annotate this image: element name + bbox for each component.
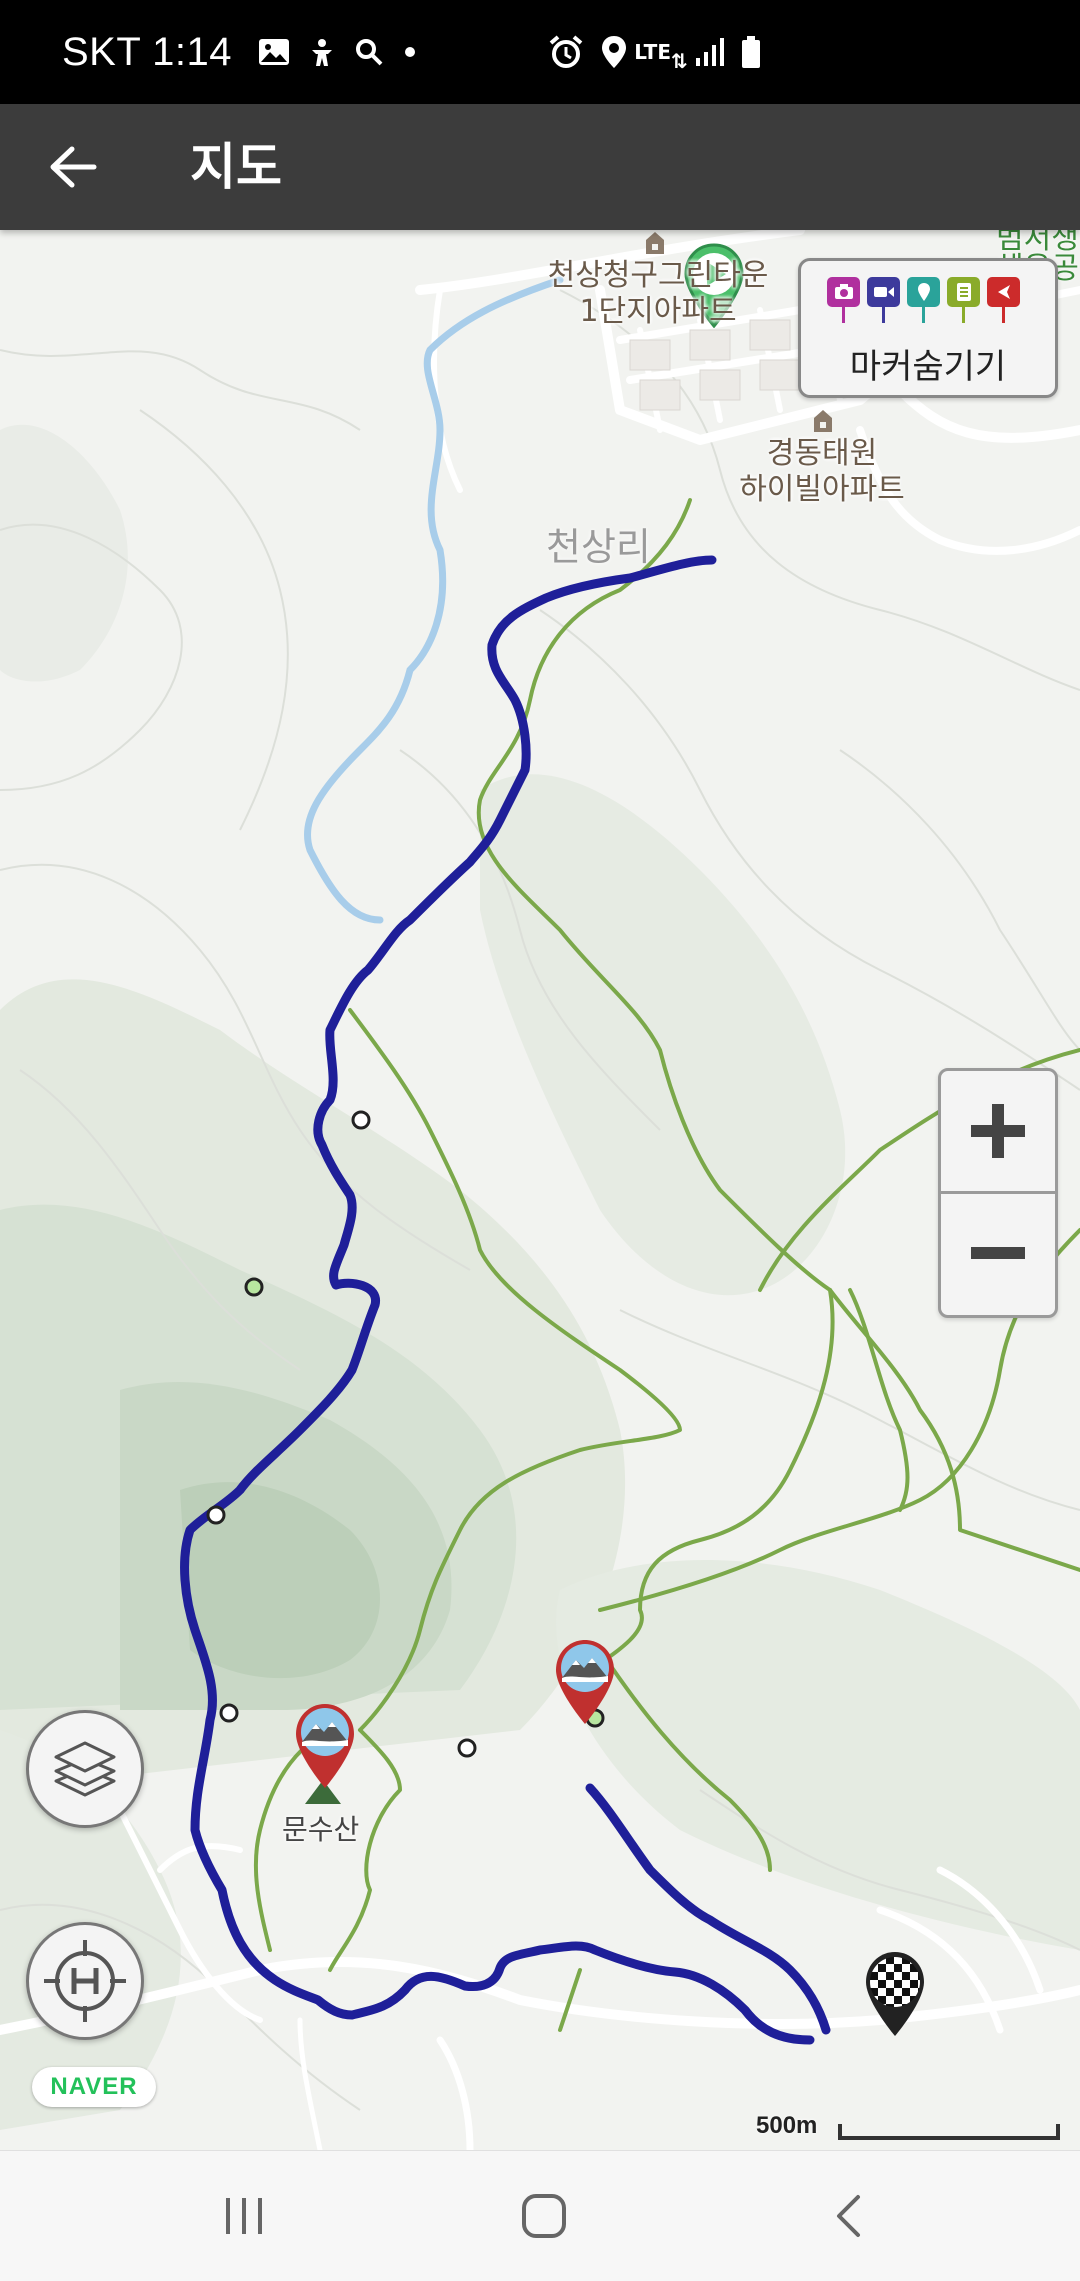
scale-bar <box>838 2124 1060 2140</box>
battery-icon <box>740 35 762 69</box>
accessibility-icon <box>306 36 338 68</box>
flag-marker-icon <box>987 277 1020 323</box>
recent-apps-icon <box>226 2198 262 2234</box>
search-icon <box>354 37 384 67</box>
back-button[interactable] <box>40 134 106 200</box>
zoom-out-button[interactable] <box>941 1193 1055 1313</box>
hide-markers-button[interactable]: 마커숨기기 <box>798 258 1058 398</box>
lte-icon: LTE ⇅ <box>634 40 688 73</box>
naver-logo: NAVER <box>32 2067 156 2107</box>
finish-flag-icon[interactable] <box>862 1948 928 2038</box>
mountain-photo-marker-icon[interactable] <box>292 1700 358 1790</box>
chevron-left-icon <box>837 2195 860 2237</box>
mountain-photo-marker-icon[interactable] <box>552 1636 618 1726</box>
map-canvas[interactable] <box>0 230 1080 2150</box>
map-view[interactable]: 천상청구그린타운 1단지아파트 경동태원 하이빌아파트 천상리 범서생 체육공 … <box>0 230 1080 2150</box>
apartment-label: 경동태원 하이빌아파트 <box>739 436 905 507</box>
layers-icon <box>54 1741 116 1797</box>
village-label: 천상리 <box>546 525 651 569</box>
camera-marker-icon <box>827 277 860 323</box>
peak-name-label: 문수산 <box>282 1813 360 1846</box>
home-icon <box>522 2194 566 2238</box>
zoom-control <box>938 1068 1058 1318</box>
terrain-shading <box>0 424 1080 2130</box>
crosshair-home-icon <box>44 1940 126 2022</box>
zoom-in-button[interactable] <box>941 1071 1055 1191</box>
page-title: 지도 <box>190 138 282 196</box>
back-nav-button[interactable] <box>778 2151 918 2281</box>
memo-marker-icon <box>947 277 980 323</box>
system-nav-bar <box>0 2150 1080 2281</box>
location-icon <box>600 34 628 70</box>
home-location-button[interactable] <box>26 1922 144 2040</box>
home-button[interactable] <box>474 2151 614 2281</box>
recent-apps-button[interactable] <box>174 2151 314 2281</box>
building-icon <box>646 232 664 254</box>
scale-label: 500m <box>756 2112 818 2139</box>
app-bar: 지도 <box>0 104 1080 230</box>
hide-markers-label: 마커숨기기 <box>849 347 1007 387</box>
alarm-icon <box>548 34 584 70</box>
carrier-time: SKT 1:14 <box>62 29 233 74</box>
signal-icon <box>694 36 724 68</box>
pin-marker-icon <box>907 277 940 323</box>
apartment-label: 천상청구그린타운 1단지아파트 <box>547 258 769 329</box>
minus-icon <box>971 1247 1025 1259</box>
plus-icon <box>971 1104 1025 1158</box>
dot-icon <box>400 42 420 62</box>
arrow-left-icon <box>50 146 97 188</box>
gallery-icon <box>258 38 290 66</box>
building-icon <box>814 410 832 432</box>
layers-button[interactable] <box>26 1710 144 1828</box>
status-bar: SKT 1:14 LTE ⇅ <box>0 0 1080 104</box>
video-marker-icon <box>867 277 900 323</box>
